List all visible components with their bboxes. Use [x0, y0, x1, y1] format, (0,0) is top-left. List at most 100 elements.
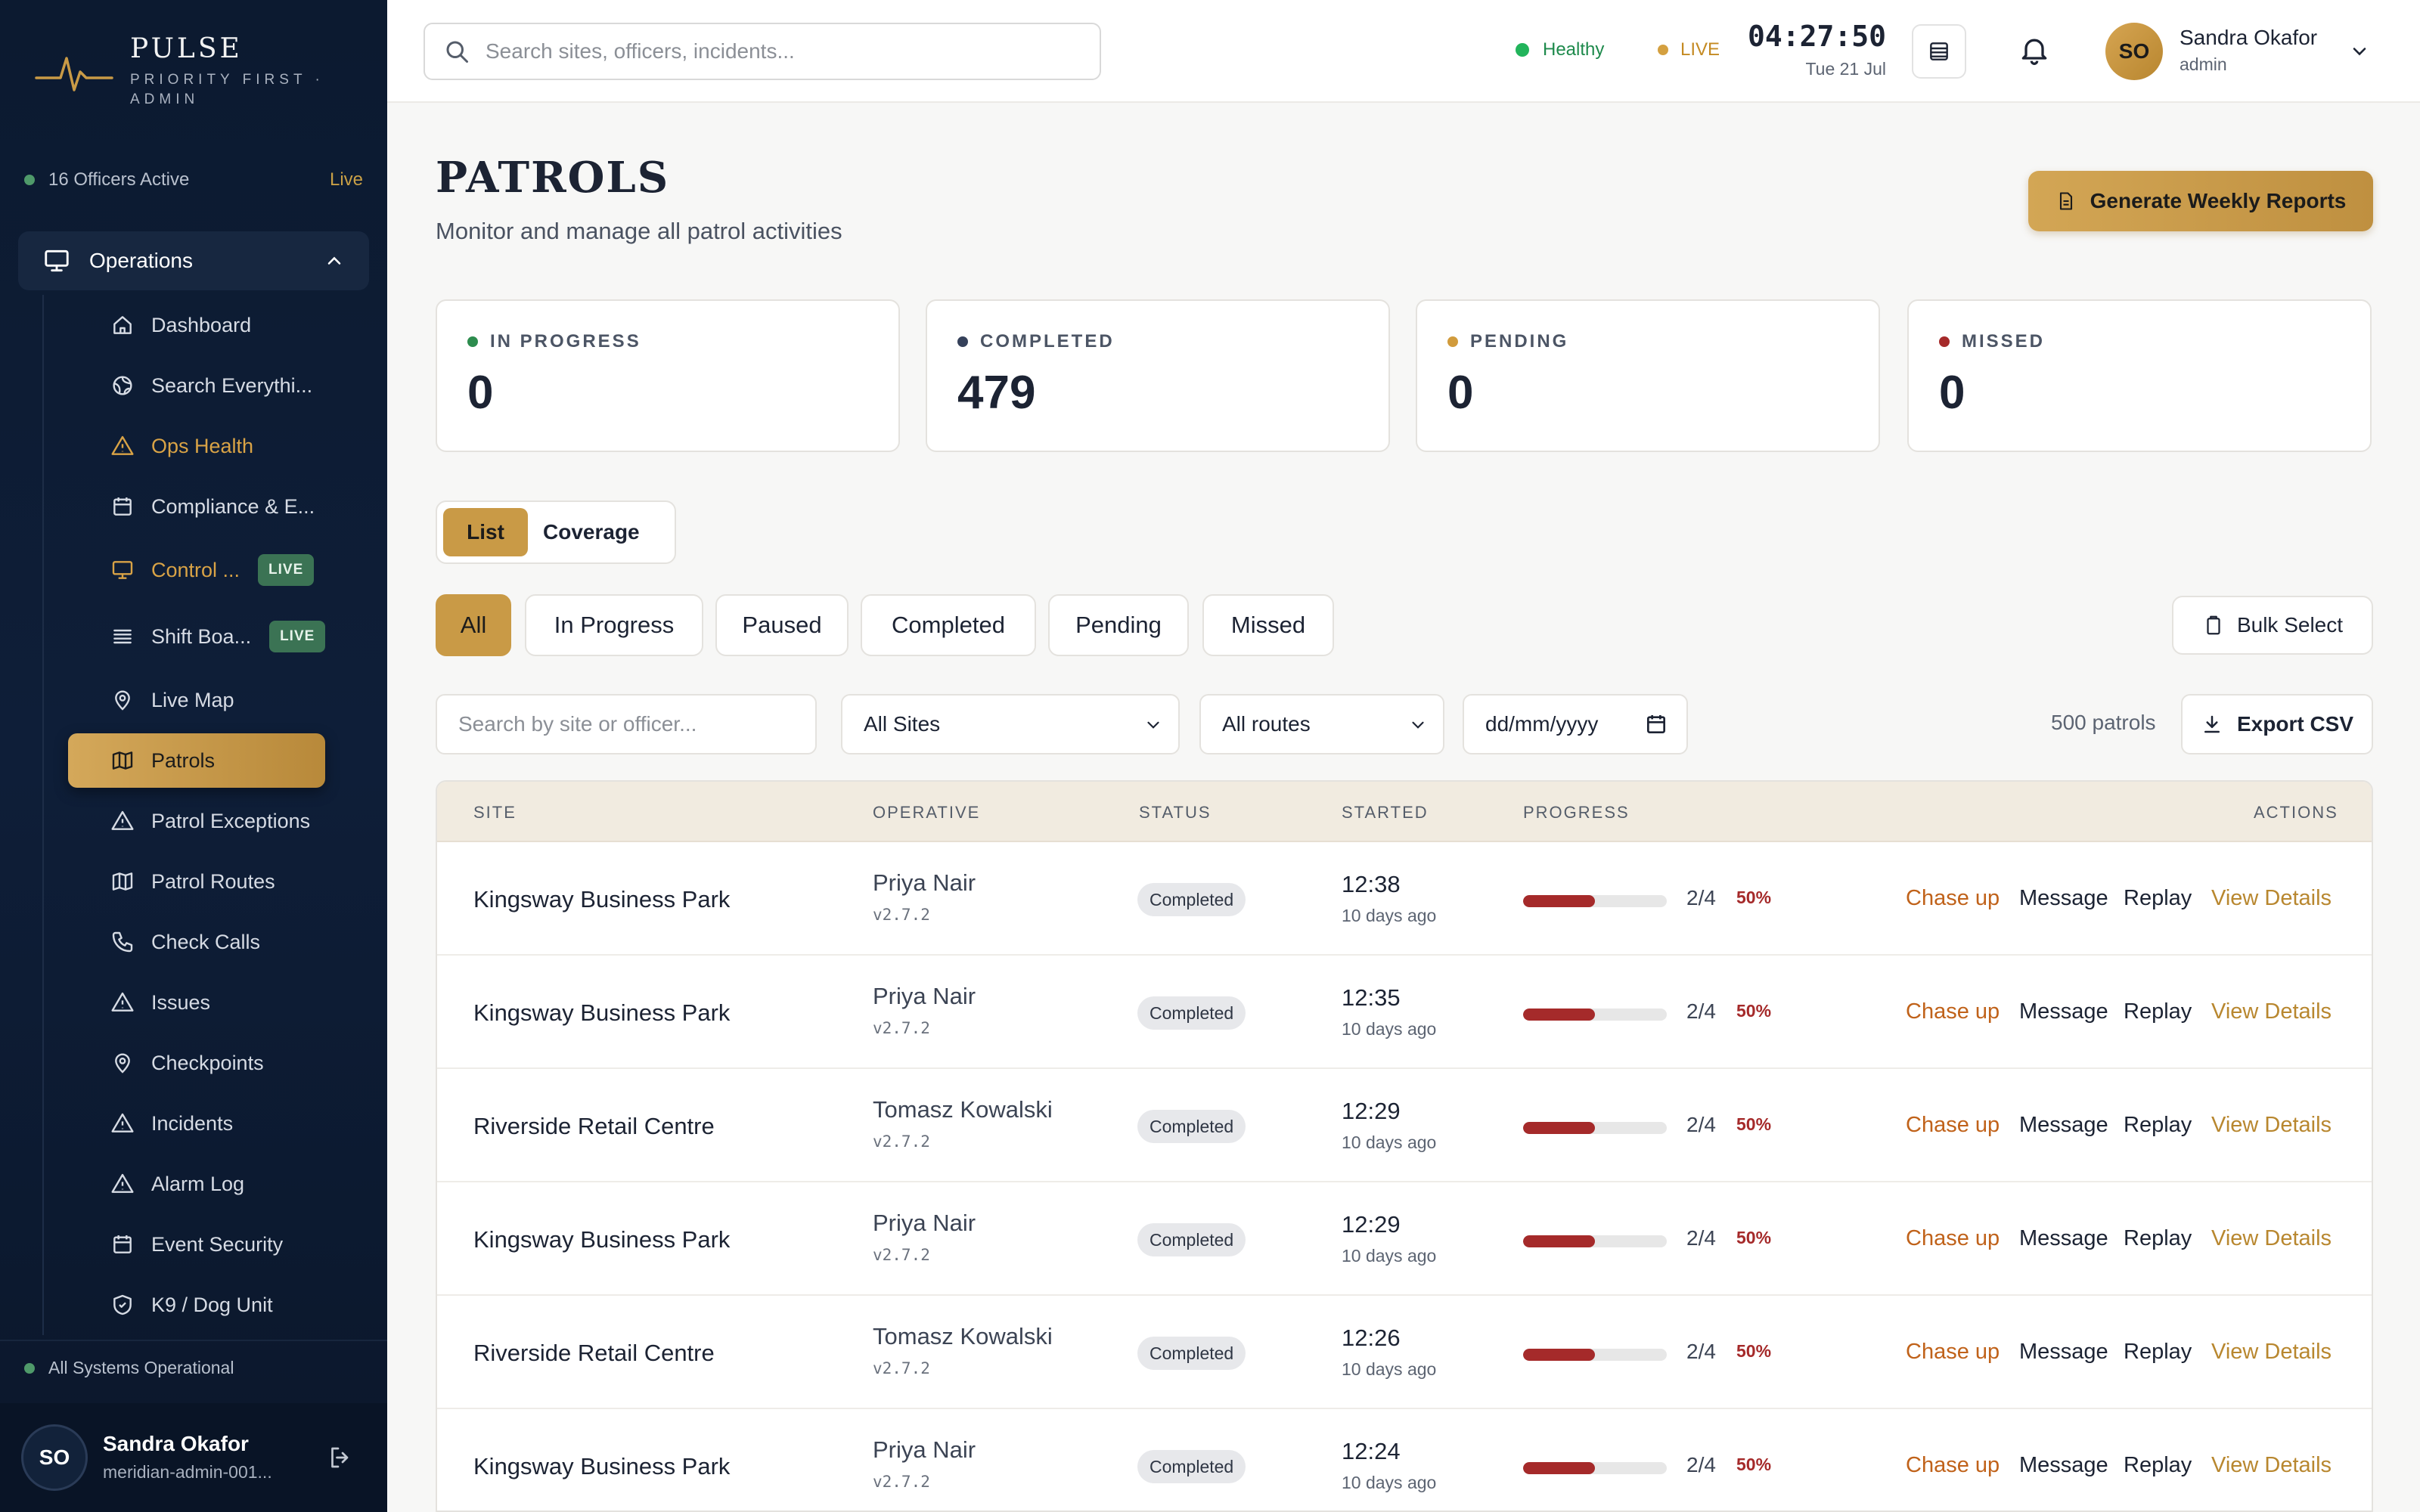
- user-menu[interactable]: Sandra Okafor admin: [2180, 26, 2317, 75]
- avatar[interactable]: SO: [21, 1424, 88, 1491]
- sidebar-item-k9-dog-unit[interactable]: K9 / Dog Unit: [68, 1275, 325, 1335]
- sidebar-item-alarm-log[interactable]: Alarm Log: [68, 1154, 325, 1214]
- bell-icon[interactable]: [2018, 33, 2051, 67]
- health-label: Healthy: [1543, 39, 1605, 60]
- clock-date: Tue 21 Jul: [1805, 59, 1886, 79]
- table-row[interactable]: Kingsway Business Park Priya Nair v2.7.2…: [437, 1182, 2372, 1296]
- replay-link[interactable]: Replay: [2124, 1226, 2192, 1251]
- replay-link[interactable]: Replay: [2124, 1453, 2192, 1478]
- sidebar-user-id: meridian-admin-001...: [103, 1462, 272, 1482]
- sidebar-item-patrol-exceptions[interactable]: Patrol Exceptions: [68, 791, 325, 851]
- sidebar-item-check-calls[interactable]: Check Calls: [68, 912, 325, 972]
- chase-up-link[interactable]: Chase up: [1906, 1113, 2000, 1138]
- filter-pending[interactable]: Pending: [1048, 594, 1189, 656]
- sidebar-item-issues[interactable]: Issues: [68, 972, 325, 1033]
- message-link[interactable]: Message: [2019, 1453, 2108, 1478]
- filter-missed[interactable]: Missed: [1202, 594, 1334, 656]
- sidebar-item-control-room[interactable]: Control ... LIVE: [68, 537, 325, 603]
- brand[interactable]: PULSE PRIORITY FIRST · ADMIN: [33, 33, 327, 110]
- progress-percent: 50%: [1736, 888, 1772, 907]
- global-search[interactable]: [424, 23, 1101, 80]
- tab-list[interactable]: List: [443, 508, 528, 556]
- site-search-input[interactable]: [458, 712, 794, 736]
- chase-up-link[interactable]: Chase up: [1906, 1226, 2000, 1251]
- sidebar-item-patrols[interactable]: Patrols: [68, 733, 325, 788]
- generate-weekly-reports-button[interactable]: Generate Weekly Reports: [2028, 171, 2373, 231]
- view-details-link[interactable]: View Details: [2211, 1340, 2332, 1365]
- started-time: 12:24: [1342, 1438, 1401, 1464]
- progress-bar: [1523, 1122, 1667, 1134]
- logout-icon[interactable]: [327, 1444, 354, 1471]
- table-row[interactable]: Kingsway Business Park Priya Nair v2.7.2…: [437, 956, 2372, 1069]
- replay-link[interactable]: Replay: [2124, 1113, 2192, 1138]
- site-officer-search[interactable]: [436, 694, 817, 754]
- date-picker[interactable]: dd/mm/yyyy: [1463, 694, 1688, 754]
- clock-time: 04:27:50: [1747, 20, 1886, 53]
- view-details-link[interactable]: View Details: [2211, 886, 2332, 911]
- replay-link[interactable]: Replay: [2124, 886, 2192, 911]
- message-link[interactable]: Message: [2019, 999, 2108, 1024]
- sidebar-item-label: Ops Health: [151, 434, 254, 457]
- sites-select[interactable]: All Sites: [841, 694, 1180, 754]
- view-details-link[interactable]: View Details: [2211, 1113, 2332, 1138]
- progress-percent: 50%: [1736, 1114, 1772, 1134]
- filter-completed[interactable]: Completed: [861, 594, 1036, 656]
- search-input[interactable]: [486, 39, 1075, 64]
- chase-up-link[interactable]: Chase up: [1906, 886, 2000, 911]
- started-ago: 10 days ago: [1342, 1473, 1437, 1492]
- message-link[interactable]: Message: [2019, 1226, 2108, 1251]
- sidebar-item-label: Search Everythi...: [151, 373, 313, 397]
- panel-toggle-button[interactable]: [1912, 24, 1966, 79]
- chase-up-link[interactable]: Chase up: [1906, 1340, 2000, 1365]
- sidebar-item-compliance[interactable]: Compliance & E...: [68, 476, 325, 537]
- started-time: 12:35: [1342, 984, 1401, 1011]
- list-icon: [113, 629, 132, 644]
- operations-group-toggle[interactable]: Operations: [18, 231, 369, 290]
- message-link[interactable]: Message: [2019, 1113, 2108, 1138]
- sidebar-item-checkpoints[interactable]: Checkpoints: [68, 1033, 325, 1093]
- sidebar-item-label: Live Map: [151, 688, 234, 711]
- sidebar-item-label: Shift Boa...: [151, 624, 252, 648]
- sidebar-item-dashboard[interactable]: Dashboard: [68, 295, 325, 355]
- chevron-down-icon: [1412, 721, 1424, 729]
- sidebar-item-shift-board[interactable]: Shift Boa... LIVE: [68, 603, 326, 670]
- routes-select[interactable]: All routes: [1199, 694, 1444, 754]
- sidebar-item-live-map[interactable]: Live Map: [68, 670, 325, 730]
- sidebar-item-ops-health[interactable]: Ops Health: [68, 416, 325, 476]
- message-link[interactable]: Message: [2019, 1340, 2108, 1365]
- status-dot: [1658, 45, 1668, 55]
- export-csv-button[interactable]: Export CSV: [2181, 694, 2373, 754]
- table-row[interactable]: Kingsway Business Park Priya Nair v2.7.2…: [437, 842, 2372, 956]
- replay-link[interactable]: Replay: [2124, 1340, 2192, 1365]
- progress-fraction: 2/4: [1686, 1113, 1716, 1136]
- sidebar-item-event-security[interactable]: Event Security: [68, 1214, 325, 1275]
- chevron-down-icon[interactable]: [2349, 41, 2370, 62]
- table-row[interactable]: Riverside Retail Centre Tomasz Kowalski …: [437, 1296, 2372, 1409]
- filter-paused[interactable]: Paused: [715, 594, 849, 656]
- view-details-link[interactable]: View Details: [2211, 1226, 2332, 1251]
- operative-name: Priya Nair: [873, 983, 976, 1009]
- table-row[interactable]: Riverside Retail Centre Tomasz Kowalski …: [437, 1069, 2372, 1182]
- stat-value: 0: [1447, 367, 1474, 419]
- chase-up-link[interactable]: Chase up: [1906, 999, 2000, 1024]
- chase-up-link[interactable]: Chase up: [1906, 1453, 2000, 1478]
- sidebar-nav: Dashboard Search Everythi... Ops Health …: [42, 295, 360, 1335]
- calendar-icon[interactable]: [1644, 712, 1668, 736]
- bulk-select-button[interactable]: Bulk Select: [2172, 596, 2373, 655]
- operative-name: Priya Nair: [873, 869, 976, 896]
- started-ago: 10 days ago: [1342, 1246, 1437, 1266]
- filter-all[interactable]: All: [436, 594, 511, 656]
- sidebar-item-incidents[interactable]: Incidents: [68, 1093, 325, 1154]
- view-details-link[interactable]: View Details: [2211, 999, 2332, 1024]
- message-link[interactable]: Message: [2019, 886, 2108, 911]
- filter-in-progress[interactable]: In Progress: [525, 594, 703, 656]
- officers-active-label: 16 Officers Active: [48, 169, 190, 190]
- tab-coverage[interactable]: Coverage: [543, 508, 640, 556]
- table-row[interactable]: Kingsway Business Park Priya Nair v2.7.2…: [437, 1409, 2372, 1510]
- app-root: PULSE PRIORITY FIRST · ADMIN 16 Officers…: [0, 0, 2420, 1512]
- sidebar-item-search-everything[interactable]: Search Everythi...: [68, 355, 325, 416]
- avatar[interactable]: SO: [2105, 23, 2163, 80]
- view-details-link[interactable]: View Details: [2211, 1453, 2332, 1478]
- sidebar-item-patrol-routes[interactable]: Patrol Routes: [68, 851, 325, 912]
- replay-link[interactable]: Replay: [2124, 999, 2192, 1024]
